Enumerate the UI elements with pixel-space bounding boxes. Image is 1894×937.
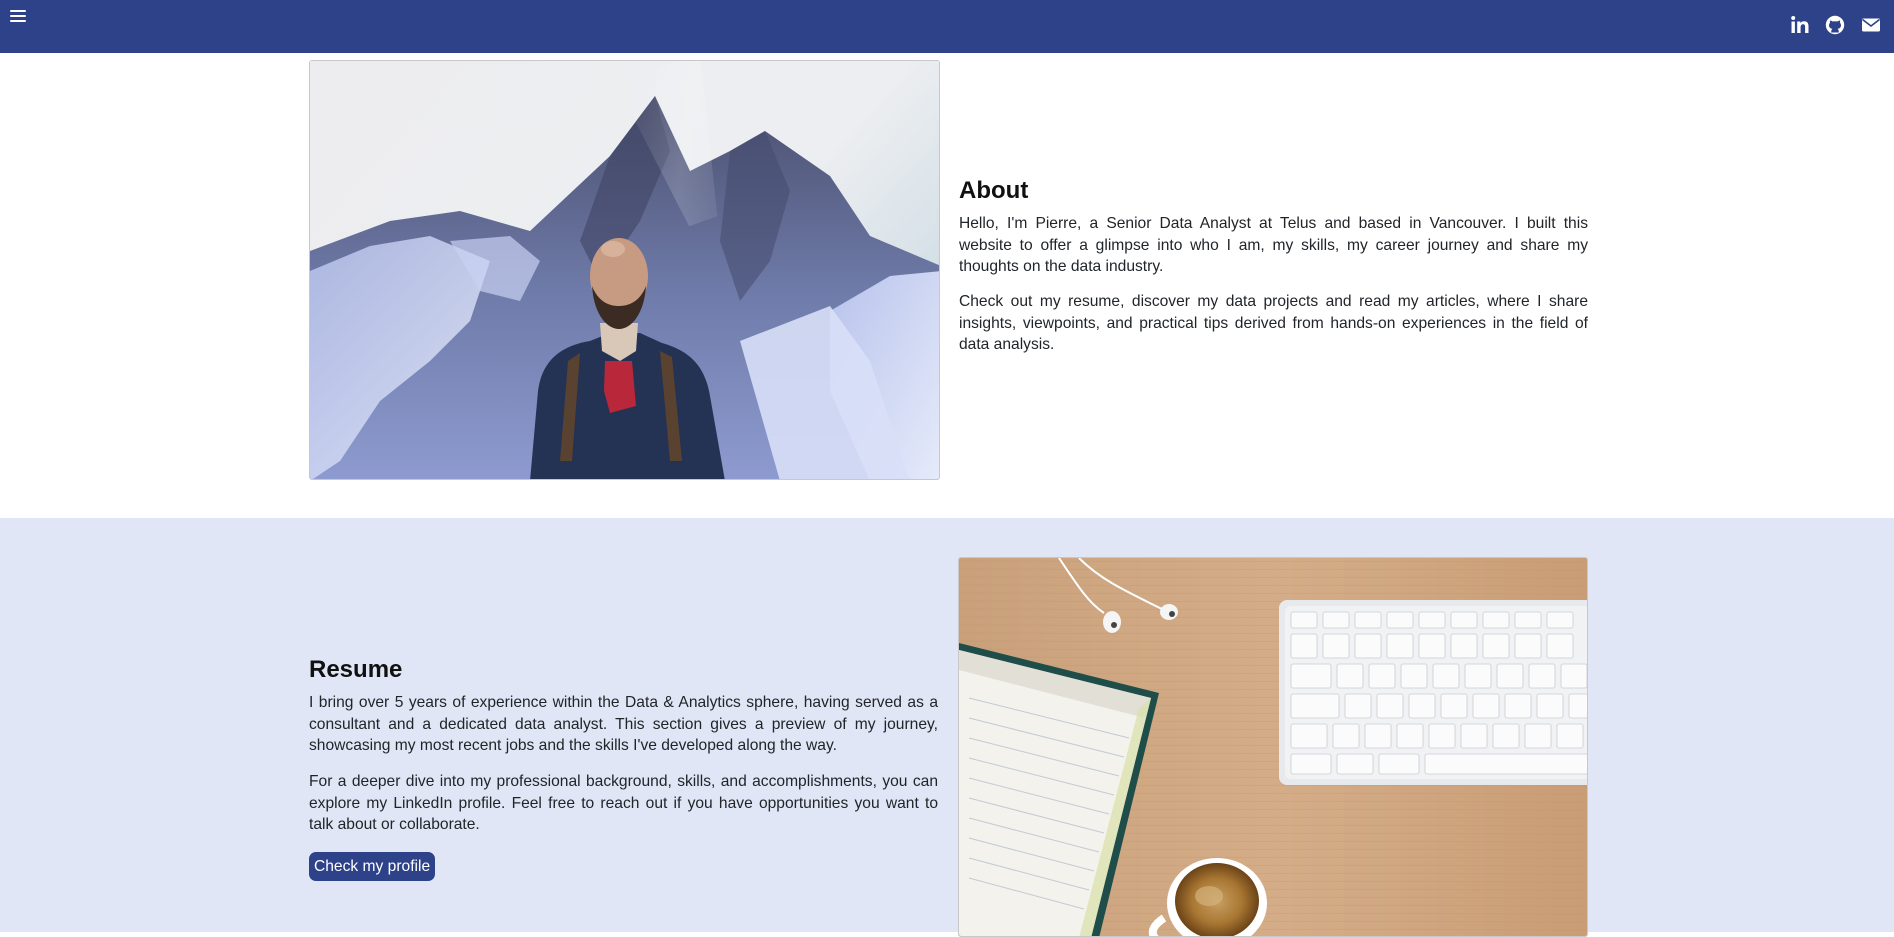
resume-paragraph-2: For a deeper dive into my professional b… <box>309 773 938 834</box>
mountain-portrait-photo <box>309 60 940 480</box>
about-title: About <box>959 177 1029 204</box>
github-icon[interactable] <box>1825 15 1845 35</box>
envelope-icon[interactable] <box>1861 15 1881 35</box>
resume-paragraph-1: I bring over 5 years of experience withi… <box>309 694 938 755</box>
desk-keyboard-photo <box>958 557 1588 937</box>
hamburger-menu-icon[interactable] <box>10 8 26 24</box>
about-paragraph-1: Hello, I'm Pierre, a Senior Data Analyst… <box>959 215 1588 276</box>
linkedin-icon[interactable] <box>1790 15 1810 35</box>
top-navbar <box>0 0 1894 53</box>
resume-title: Resume <box>309 656 403 683</box>
about-paragraph-2: Check out my resume, discover my data pr… <box>959 293 1588 354</box>
check-profile-button[interactable]: Check my profile <box>309 852 436 881</box>
about-section: About Hello, I'm Pierre, a Senior Data A… <box>0 53 1894 518</box>
resume-section: Resume I bring over 5 years of experienc… <box>0 518 1894 937</box>
